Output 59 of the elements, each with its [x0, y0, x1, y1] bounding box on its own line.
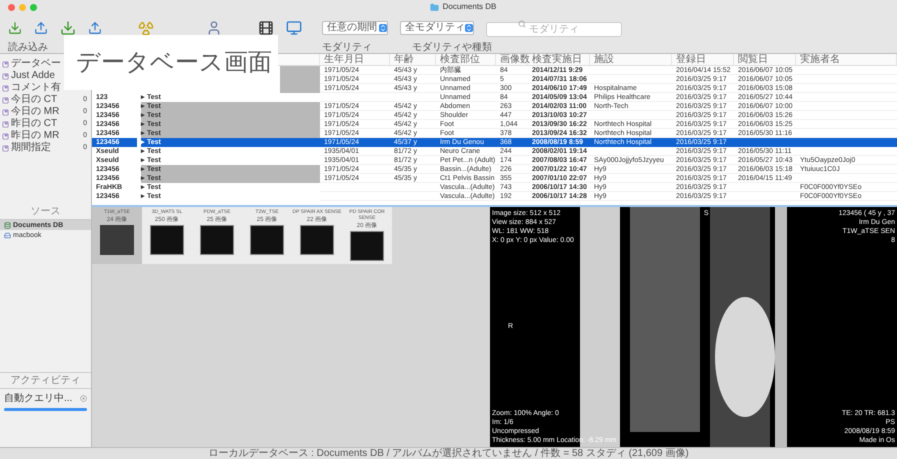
album-item[interactable]: 今日の CT: [0, 94, 58, 106]
album-icon: [2, 108, 9, 116]
radiation-icon[interactable]: [138, 20, 154, 36]
image-placeholder: [200, 225, 234, 255]
drive-icon: [4, 232, 11, 238]
album-icon: [2, 120, 9, 128]
column-header[interactable]: 登録日: [672, 54, 734, 65]
column-header[interactable]: 検査実施日: [528, 54, 590, 65]
upload-icon[interactable]: [34, 21, 48, 35]
album-item[interactable]: Just Adde: [0, 70, 56, 82]
column-header[interactable]: 施設: [590, 54, 672, 65]
modality-dropdown[interactable]: 全モダリティ: [400, 21, 474, 35]
close-button[interactable]: [8, 4, 15, 10]
album-item[interactable]: 昨日の CT: [0, 118, 58, 130]
image-placeholder: [300, 225, 334, 255]
column-header[interactable]: 年齢: [390, 54, 436, 65]
toolbar-label: 読み込み: [8, 40, 49, 55]
caption-label: データベース画面: [64, 35, 278, 90]
column-header[interactable]: 閲覧日: [734, 54, 796, 65]
album-item[interactable]: コメント有: [0, 82, 62, 94]
search-field[interactable]: モダリティ: [486, 22, 622, 37]
window-title: Documents DB: [442, 1, 496, 13]
upload-icon[interactable]: [88, 21, 102, 35]
download-icon[interactable]: [60, 20, 76, 36]
image-placeholder: [150, 225, 184, 255]
album-icon: [2, 144, 9, 152]
activity-text: 自動クエリ中...: [4, 392, 74, 406]
image-placeholder: [100, 225, 134, 255]
album-icon: [2, 72, 9, 80]
album-item[interactable]: データベー: [0, 58, 62, 70]
download-icon[interactable]: [8, 21, 22, 35]
toolbar-label: モダリティ: [322, 41, 373, 54]
section-heading: アクティビティ: [0, 373, 91, 389]
cancel-icon[interactable]: [80, 395, 87, 402]
column-header[interactable]: 生年月日: [320, 54, 390, 65]
image-placeholder: [350, 231, 384, 261]
person-icon[interactable]: [206, 20, 222, 36]
film-icon[interactable]: [258, 20, 274, 36]
album-icon: [2, 96, 9, 104]
album-icon: [2, 84, 9, 92]
stepper-icon: [465, 24, 473, 32]
toolbar-label: モダリティや種類: [412, 40, 492, 54]
status-bar: ローカルデータベース : Documents DB / アルバムが選択されていません / 件数 = 58 スタディ (21,609 画像): [0, 447, 897, 459]
period-dropdown[interactable]: 任意の期間: [322, 21, 388, 35]
monitor-icon[interactable]: [286, 20, 302, 36]
album-item[interactable]: 期間指定: [0, 142, 52, 154]
album-icon: [2, 132, 9, 140]
column-header[interactable]: 検査部位: [436, 54, 496, 65]
folder-icon: [430, 2, 439, 12]
column-header[interactable]: 実施者名: [796, 54, 897, 65]
album-item[interactable]: 今日の MR: [0, 106, 60, 118]
album-icon: [2, 60, 9, 68]
database-icon: [4, 222, 11, 228]
stepper-icon: [379, 24, 387, 32]
image-placeholder: [250, 225, 284, 255]
search-icon: [518, 20, 526, 28]
zoom-button[interactable]: [30, 4, 37, 10]
album-item[interactable]: 昨日の MR: [0, 130, 60, 142]
column-header[interactable]: 画像数: [496, 54, 528, 65]
